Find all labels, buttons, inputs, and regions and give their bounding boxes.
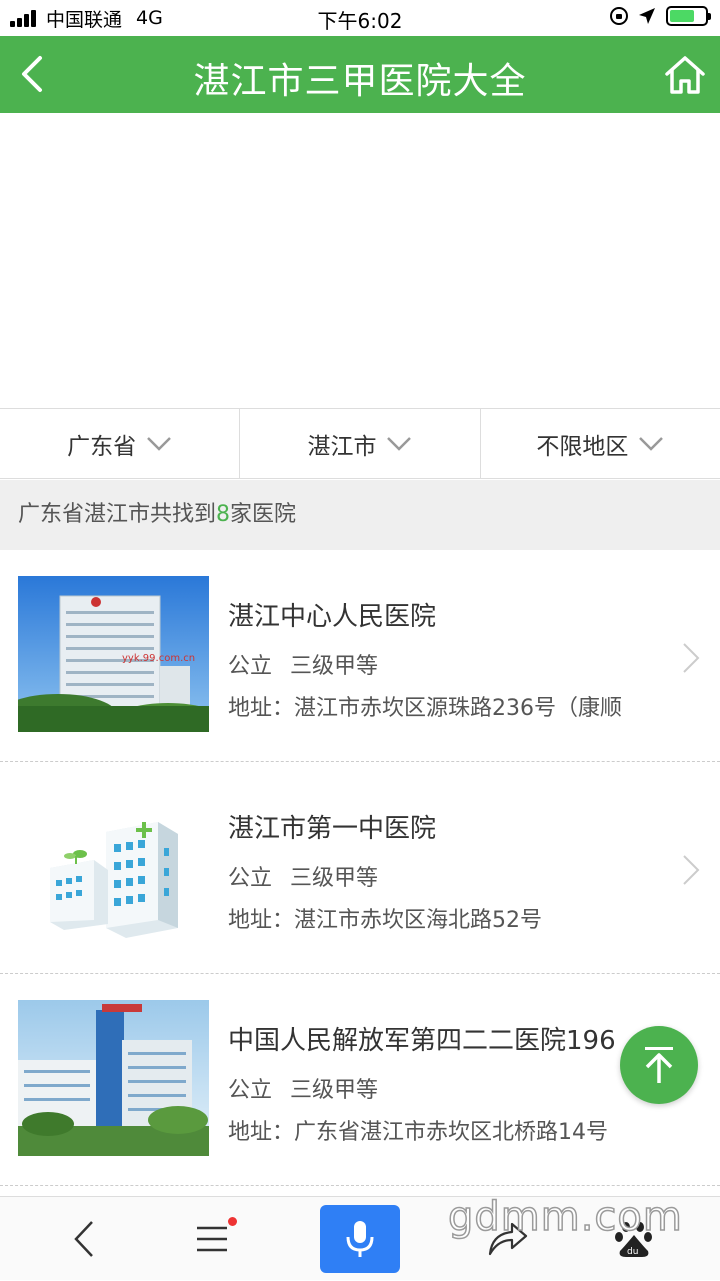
hospital-address: 地址：湛江市赤坎区海北路52号: [228, 908, 542, 933]
chevron-right-icon: [683, 643, 700, 673]
hospital-type: 公立: [228, 866, 273, 891]
hospital-name: 中国人民解放军第四二二医院196: [228, 1026, 616, 1056]
hospital-placeholder-image: [18, 788, 209, 944]
status-right: [610, 6, 711, 26]
chevron-right-icon: [683, 855, 700, 885]
hospital-level: 三级甲等: [290, 866, 379, 891]
arrow-up-icon: [645, 1047, 673, 1083]
chevron-down-icon: [147, 436, 172, 451]
scroll-to-top-button[interactable]: [620, 1026, 698, 1104]
filter-district-label: 不限地区: [536, 433, 629, 460]
hospital-tags: 公立 三级甲等: [228, 648, 378, 680]
chevron-down-icon: [639, 436, 664, 451]
menu-button[interactable]: [172, 1197, 252, 1281]
back-icon: [74, 1221, 93, 1257]
hospital-level: 三级甲等: [290, 654, 379, 679]
voice-search-button[interactable]: [320, 1205, 400, 1273]
menu-icon: [197, 1226, 227, 1252]
result-prefix: 广东省湛江市共找到: [18, 502, 217, 527]
hospital-type: 公立: [228, 1078, 273, 1103]
svg-text:du: du: [627, 1247, 638, 1257]
rotation-lock-icon: [610, 7, 628, 25]
hospital-photo: [18, 1000, 209, 1156]
hospital-address: 地址：广东省湛江市赤坎区北桥路14号: [228, 1120, 608, 1145]
notification-dot: [228, 1217, 237, 1226]
hospital-type: 公立: [228, 654, 273, 679]
filter-province-label: 广东省: [67, 433, 137, 460]
filter-province[interactable]: 广东省: [0, 409, 241, 478]
chevron-down-icon: [387, 436, 412, 451]
hospital-photo: yyk.99.com.cn: [18, 576, 209, 732]
hospital-name: 湛江市第一中医院: [228, 814, 437, 844]
microphone-icon: [346, 1221, 374, 1257]
thumb-watermark: yyk.99.com.cn: [122, 653, 195, 664]
result-summary: 广东省湛江市共找到8家医院: [0, 480, 720, 550]
list-item[interactable]: 湛江市第一中医院 公立 三级甲等 地址：湛江市赤坎区海北路52号: [0, 762, 720, 974]
list-item[interactable]: 中国人民解放军第四二二医院196 公立 三级甲等 地址：广东省湛江市赤坎区北桥路1…: [0, 974, 720, 1186]
page-title: 湛江市三甲医院大全: [193, 61, 527, 102]
hospital-tags: 公立 三级甲等: [228, 860, 378, 892]
ad-banner-area: [0, 113, 720, 408]
hospital-tags: 公立 三级甲等: [228, 1072, 378, 1104]
hospital-level: 三级甲等: [290, 1078, 379, 1103]
status-bar: 中国联通 4G 下午6:02: [0, 0, 720, 36]
result-suffix: 家医院: [230, 502, 297, 527]
hospital-list: yyk.99.com.cn 湛江中心人民医院 公立 三级甲等 地址：湛江市赤坎区源…: [0, 550, 720, 1186]
home-icon[interactable]: [664, 54, 706, 96]
app-header: 湛江市三甲医院大全: [0, 36, 720, 113]
filter-district[interactable]: 不限地区: [481, 409, 720, 478]
battery-icon: [666, 6, 711, 26]
hospital-name: 湛江中心人民医院: [228, 602, 437, 632]
back-button[interactable]: [44, 1197, 124, 1281]
hospital-address: 地址：湛江市赤坎区源珠路236号（康顺: [228, 696, 622, 721]
filter-city[interactable]: 湛江市: [240, 409, 481, 478]
region-filter-bar: 广东省 湛江市 不限地区: [0, 408, 720, 479]
filter-city-label: 湛江市: [307, 433, 377, 460]
list-item[interactable]: yyk.99.com.cn 湛江中心人民医院 公立 三级甲等 地址：湛江市赤坎区源…: [0, 550, 720, 762]
location-arrow-icon: [639, 8, 655, 24]
result-count: 8: [216, 502, 231, 527]
site-watermark: gdmm.com: [447, 1193, 683, 1241]
